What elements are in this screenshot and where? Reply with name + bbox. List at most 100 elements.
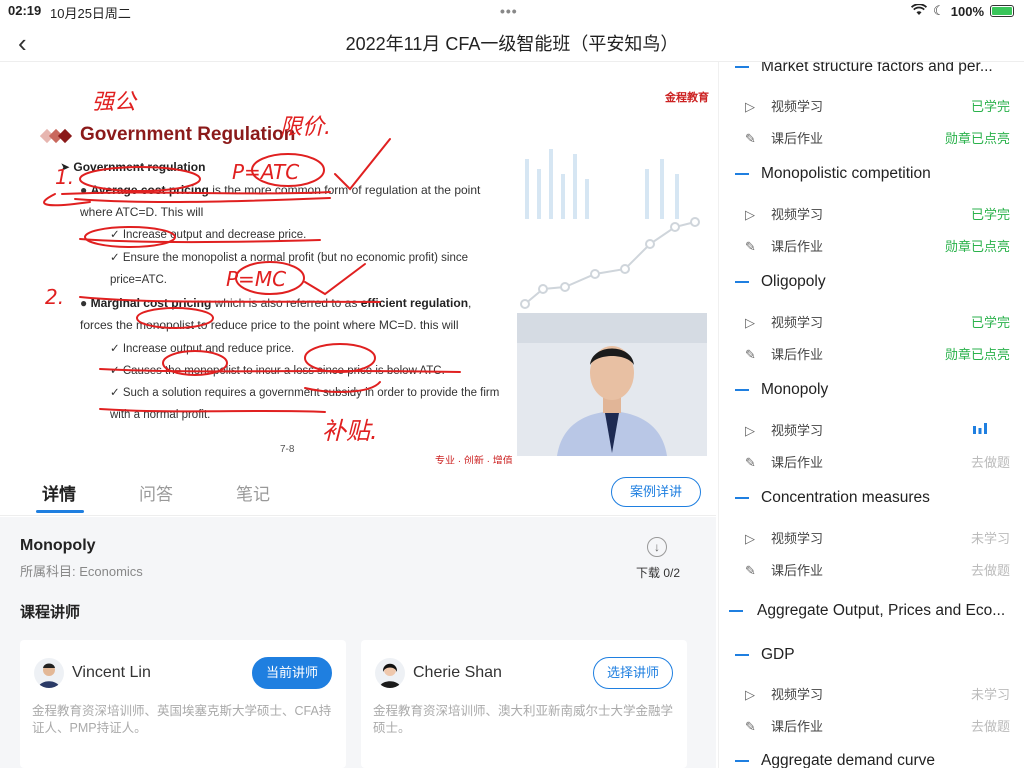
- slide-bullet-2: ● Marginal cost pricing which is also re…: [80, 296, 472, 332]
- collapse-minus-icon[interactable]: [729, 609, 743, 612]
- teacher-name: Vincent Lin: [72, 664, 151, 681]
- section-gdp[interactable]: GDP: [735, 646, 1024, 664]
- section-oligopoly[interactable]: Oligopoly: [735, 273, 1024, 291]
- section-title: GDP: [761, 646, 795, 663]
- section-monopolistic-competition[interactable]: Monopolistic competition: [735, 165, 1024, 183]
- section-title: Monopolistic competition: [761, 165, 931, 182]
- check3-text: Increase output and reduce price.: [122, 343, 295, 355]
- homework-item[interactable]: ✎ 课后作业: [745, 236, 823, 255]
- bullet2-mid: which is also referred to as: [214, 296, 358, 310]
- video-label: 视频学习: [771, 315, 824, 330]
- slide-subtitle: ➤ Government regulation: [60, 160, 206, 174]
- wifi-icon: [911, 2, 928, 19]
- download-count[interactable]: 下载 0/2: [636, 564, 680, 581]
- teacher-card-cherie[interactable]: Cherie Shan 选择讲师 金程教育资深培训师、澳大利亚新南威尔士大学金融…: [361, 640, 687, 768]
- slide-motto: 专业 · 创新 · 增值: [435, 456, 513, 464]
- teacher-description: 金程教育资深培训师、澳大利亚新南威尔士大学金融学硕士。: [373, 704, 674, 735]
- diamond-bullets-icon: [40, 128, 73, 144]
- status-right: ☾ 100%: [911, 2, 1014, 19]
- play-video-icon: ▷: [745, 423, 755, 438]
- pencil-icon: ✎: [745, 239, 756, 254]
- teacher-card-vincent[interactable]: Vincent Lin 当前讲师 金程教育资深培训师、英国埃塞克斯大学硕士、CF…: [20, 640, 346, 768]
- video-status: 已学完: [970, 315, 1010, 330]
- video-status: 未学习: [970, 531, 1010, 546]
- play-video-icon: ▷: [745, 531, 755, 546]
- collapse-minus-icon[interactable]: [735, 65, 749, 68]
- section-title: Aggregate demand curve: [761, 752, 936, 768]
- slide-subtitle-text: Government regulation: [73, 160, 206, 174]
- homework-label: 课后作业: [771, 239, 824, 254]
- video-label: 视频学习: [771, 531, 824, 546]
- video-study-item[interactable]: ▷ 视频学习: [745, 420, 823, 439]
- homework-item[interactable]: ✎ 课后作业: [745, 716, 823, 735]
- chapter-sidebar[interactable]: Market structure factors and per... ▷ 视频学…: [718, 62, 1024, 768]
- status-bar: 02:19 10月25日周二 ••• ☾ 100%: [0, 0, 1024, 22]
- video-label: 视频学习: [771, 687, 824, 702]
- slide-check-3: ✓ Increase output and reduce price.: [110, 343, 295, 355]
- teacher-heading: 课程讲师: [20, 604, 81, 621]
- homework-item[interactable]: ✎ 课后作业: [745, 452, 823, 471]
- section-title: Oligopoly: [761, 273, 826, 290]
- collapse-minus-icon[interactable]: [735, 653, 749, 656]
- video-study-item[interactable]: ▷ 视频学习: [745, 96, 823, 115]
- slide-page-number: 7-8: [280, 444, 295, 455]
- presenter-video[interactable]: [517, 313, 707, 456]
- video-study-item[interactable]: ▷ 视频学习: [745, 684, 823, 703]
- homework-label: 课后作业: [771, 563, 824, 578]
- detail-tabs: 详情 问答 笔记 案例详讲: [0, 466, 716, 516]
- slide-check-5: ✓ Such a solution requires a government …: [110, 387, 500, 421]
- homework-status: 去做题: [970, 455, 1010, 470]
- status-time: 02:19: [8, 3, 42, 18]
- page-title: 2022年11月 CFA一级智能班（平安知鸟）: [345, 34, 679, 54]
- video-study-item[interactable]: ▷ 视频学习: [745, 528, 823, 547]
- current-teacher-button[interactable]: 当前讲师: [252, 657, 332, 689]
- select-teacher-button[interactable]: 选择讲师: [593, 657, 673, 689]
- play-video-icon: ▷: [745, 99, 755, 114]
- slide-check-4: ✓ Causes the monopolist to incur a loss …: [110, 365, 445, 377]
- collapse-minus-icon[interactable]: [735, 388, 749, 391]
- collapse-minus-icon[interactable]: [735, 172, 749, 175]
- check2-text: Ensure the monopolist a normal profit (b…: [110, 252, 469, 286]
- play-video-icon: ▷: [745, 687, 755, 702]
- course-subject: 所属科目: Economics: [20, 564, 143, 579]
- video-status: 已学完: [970, 99, 1010, 114]
- section-market-structure[interactable]: Market structure factors and per...: [735, 62, 1024, 76]
- homework-item[interactable]: ✎ 课后作业: [745, 128, 823, 147]
- active-tab-indicator: [36, 510, 84, 513]
- video-label: 视频学习: [771, 423, 824, 438]
- tab-notes[interactable]: 笔记: [236, 480, 270, 505]
- app-header: ‹ 2022年11月 CFA一级智能班（平安知鸟）: [0, 22, 1024, 62]
- section-title: Market structure factors and per...: [761, 62, 993, 75]
- section-monopoly[interactable]: Monopoly: [735, 381, 1024, 399]
- case-detail-button[interactable]: 案例详讲: [611, 477, 701, 507]
- tab-details[interactable]: 详情: [42, 480, 76, 505]
- chapter-aggregate-output[interactable]: Aggregate Output, Prices and Eco...: [729, 602, 1019, 620]
- collapse-minus-icon[interactable]: [735, 759, 749, 762]
- battery-percent: 100%: [950, 3, 984, 19]
- homework-status: 勋章已点亮: [944, 239, 1010, 254]
- avatar: [34, 658, 64, 688]
- multitask-dots-icon[interactable]: •••: [500, 3, 518, 19]
- download-icon[interactable]: ↓: [647, 537, 667, 557]
- pencil-icon: ✎: [745, 131, 756, 146]
- collapse-minus-icon[interactable]: [735, 280, 749, 283]
- section-title: Monopoly: [761, 381, 829, 398]
- check4-text: Causes the monopolist to incur a loss si…: [122, 365, 445, 377]
- homework-item[interactable]: ✎ 课后作业: [745, 560, 823, 579]
- check1-text: Increase output and decrease price.: [122, 229, 307, 241]
- homework-item[interactable]: ✎ 课后作业: [745, 344, 823, 363]
- homework-label: 课后作业: [771, 455, 824, 470]
- video-status: 未学习: [970, 687, 1010, 702]
- now-playing-bars-icon: [973, 423, 987, 434]
- tab-qa[interactable]: 问答: [139, 480, 173, 505]
- video-study-item[interactable]: ▷ 视频学习: [745, 312, 823, 331]
- section-concentration-measures[interactable]: Concentration measures: [735, 489, 1024, 507]
- homework-status: 勋章已点亮: [944, 131, 1010, 146]
- video-player[interactable]: 金程教育 Government Regulation ➤ Government …: [0, 64, 716, 464]
- bullet2-bold: Marginal cost pricing: [90, 296, 212, 310]
- section-title: Concentration measures: [761, 489, 930, 506]
- collapse-minus-icon[interactable]: [735, 496, 749, 499]
- moon-icon: ☾: [933, 3, 945, 18]
- section-aggregate-demand[interactable]: Aggregate demand curve: [735, 752, 1024, 768]
- video-study-item[interactable]: ▷ 视频学习: [745, 204, 823, 223]
